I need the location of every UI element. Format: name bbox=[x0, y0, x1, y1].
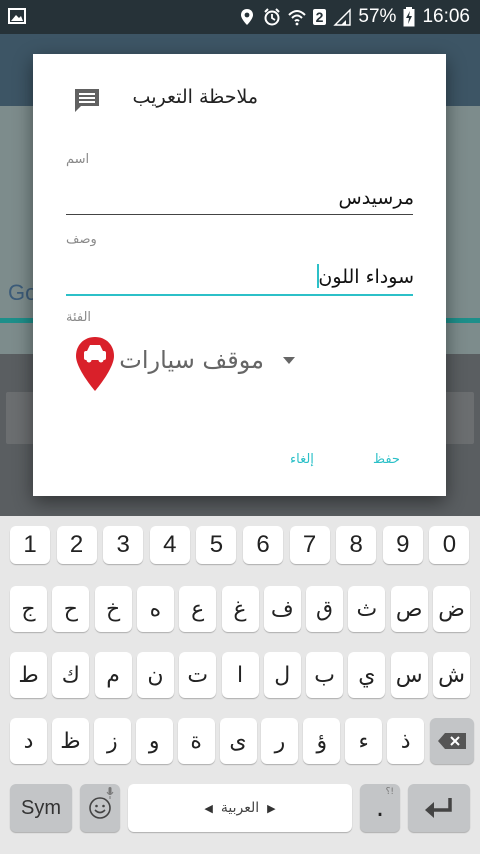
text-cursor bbox=[317, 264, 319, 288]
status-bar: 2 57% 16:06 bbox=[0, 0, 480, 34]
name-input[interactable]: مرسيدس bbox=[339, 187, 414, 209]
key-letter[interactable]: ح bbox=[52, 586, 90, 632]
key-letter[interactable]: ت bbox=[179, 652, 217, 698]
language-right-arrow-icon: ▶ bbox=[267, 801, 276, 815]
dialog-title: ملاحظة التعريب bbox=[132, 86, 258, 108]
period-label: . bbox=[375, 793, 385, 823]
category-label: الفئة bbox=[66, 310, 92, 325]
key-letter[interactable]: ف bbox=[263, 586, 301, 632]
key-letter[interactable]: ا bbox=[221, 652, 259, 698]
parking-pin-icon[interactable] bbox=[75, 336, 115, 392]
key-letter[interactable]: ص bbox=[390, 586, 428, 632]
key-letter[interactable]: ك bbox=[52, 652, 90, 698]
key-digit[interactable]: 4 bbox=[149, 526, 190, 564]
key-digit[interactable]: 6 bbox=[243, 526, 283, 564]
key-digit[interactable]: 2 bbox=[56, 526, 97, 564]
period-key[interactable]: . ؟! bbox=[360, 784, 400, 832]
key-letter[interactable]: ؤ bbox=[303, 718, 341, 764]
microphone-icon bbox=[106, 787, 114, 799]
wifi-icon bbox=[287, 10, 306, 26]
key-letter[interactable]: ط bbox=[10, 652, 47, 698]
key-digit[interactable]: 0 bbox=[429, 526, 470, 564]
key-letter[interactable]: ب bbox=[306, 652, 344, 698]
category-select[interactable]: موقف سيارات bbox=[119, 346, 264, 374]
key-letter[interactable]: ى bbox=[219, 718, 257, 764]
space-language-label: العربية bbox=[220, 800, 260, 816]
clock: 16:06 bbox=[422, 6, 470, 27]
backspace-key[interactable] bbox=[430, 718, 474, 764]
battery-charging-icon bbox=[403, 7, 415, 27]
key-letter[interactable]: ش bbox=[433, 652, 470, 698]
smiley-icon bbox=[89, 797, 111, 819]
key-letter[interactable]: ة bbox=[177, 718, 215, 764]
description-label: وصف bbox=[66, 232, 97, 247]
enter-arrow-icon bbox=[425, 798, 452, 818]
edit-note-dialog: ملاحظة التعريب اسم مرسيدس وصف سوداء اللو… bbox=[33, 54, 446, 496]
signal-icon bbox=[333, 8, 352, 26]
key-letter[interactable]: ذ bbox=[387, 718, 425, 764]
location-icon bbox=[240, 9, 253, 25]
name-label: اسم bbox=[66, 152, 90, 167]
key-letter[interactable]: د bbox=[10, 718, 47, 764]
key-digit[interactable]: 1 bbox=[10, 526, 50, 564]
key-letter[interactable]: و bbox=[135, 718, 173, 764]
key-letter[interactable]: ج bbox=[10, 586, 47, 632]
key-digit[interactable]: 5 bbox=[196, 526, 237, 564]
key-letter[interactable]: ي bbox=[348, 652, 386, 698]
key-letter[interactable]: ل bbox=[263, 652, 301, 698]
space-key[interactable]: ◀ العربية ▶ bbox=[128, 784, 352, 832]
cancel-button[interactable]: إلغاء bbox=[290, 452, 314, 467]
save-button[interactable]: حفظ bbox=[373, 452, 400, 467]
key-digit[interactable]: 7 bbox=[289, 526, 330, 564]
description-underline bbox=[66, 294, 413, 296]
battery-percent: 57% bbox=[358, 6, 397, 27]
key-letter[interactable]: ء bbox=[345, 718, 383, 764]
message-icon bbox=[75, 89, 99, 112]
key-digit[interactable]: 8 bbox=[336, 526, 377, 564]
key-letter[interactable]: ظ bbox=[51, 718, 89, 764]
alarm-icon bbox=[263, 8, 280, 26]
period-hint: ؟! bbox=[385, 787, 394, 797]
description-input[interactable]: سوداء اللون bbox=[318, 266, 414, 288]
emoji-key[interactable] bbox=[80, 784, 120, 832]
sim-badge: 2 bbox=[312, 9, 327, 25]
key-letter[interactable]: س bbox=[390, 652, 428, 698]
name-underline bbox=[66, 214, 413, 215]
enter-key[interactable] bbox=[408, 784, 470, 832]
backspace-icon bbox=[438, 733, 466, 749]
key-letter[interactable]: ق bbox=[306, 586, 344, 632]
key-letter[interactable]: ر bbox=[261, 718, 299, 764]
dropdown-arrow-icon[interactable] bbox=[283, 357, 295, 364]
key-letter[interactable]: ع bbox=[179, 586, 217, 632]
key-letter[interactable]: ن bbox=[136, 652, 174, 698]
key-digit[interactable]: 9 bbox=[382, 526, 423, 564]
gallery-notification-icon bbox=[8, 8, 26, 24]
key-letter[interactable]: خ bbox=[94, 586, 132, 632]
key-letter[interactable]: ه bbox=[136, 586, 174, 632]
key-letter[interactable]: ث bbox=[348, 586, 386, 632]
key-letter[interactable]: ض bbox=[433, 586, 470, 632]
key-letter[interactable]: م bbox=[94, 652, 132, 698]
key-letter[interactable]: ز bbox=[93, 718, 131, 764]
key-letter[interactable]: غ bbox=[221, 586, 259, 632]
language-left-arrow-icon: ◀ bbox=[204, 801, 213, 815]
keyboard: 1234567890 ضصثقفغعهخحج شسيبلاتنمكط ذءؤرى… bbox=[0, 516, 480, 854]
key-digit[interactable]: 3 bbox=[103, 526, 144, 564]
symbols-key[interactable]: Sym bbox=[10, 784, 72, 832]
